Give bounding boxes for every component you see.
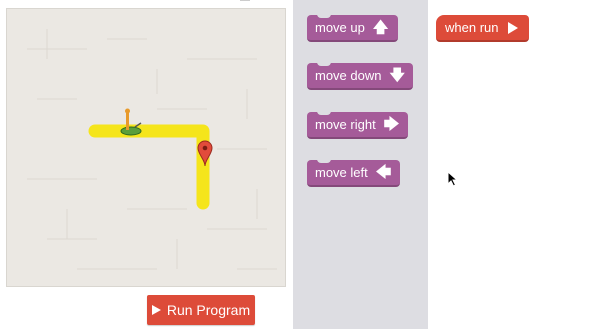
divider bbox=[240, 0, 250, 1]
toolbox: move up 🡅 move down 🡇 move right 🡆 move … bbox=[293, 0, 428, 329]
arrow-down-icon: 🡇 bbox=[389, 67, 405, 84]
run-program-label: Run Program bbox=[166, 302, 251, 318]
when-run-label: when run bbox=[445, 20, 499, 35]
move-down-label: move down bbox=[315, 68, 382, 83]
arrow-left-icon: 🡄 bbox=[375, 164, 392, 181]
move-right-label: move right bbox=[315, 117, 376, 132]
pegman-icon bbox=[120, 108, 142, 136]
maze-canvas bbox=[6, 8, 286, 287]
arrow-right-icon: 🡆 bbox=[383, 116, 400, 133]
maze-background-texture bbox=[27, 29, 277, 270]
run-program-button[interactable]: Run Program bbox=[147, 295, 255, 325]
maze-svg bbox=[27, 29, 277, 270]
play-icon bbox=[151, 305, 161, 315]
workspace[interactable]: when run bbox=[428, 0, 600, 329]
move-down-block[interactable]: move down 🡇 bbox=[307, 62, 413, 90]
move-up-block[interactable]: move up 🡅 bbox=[307, 14, 398, 42]
move-up-label: move up bbox=[315, 20, 365, 35]
move-left-block[interactable]: move left 🡄 bbox=[307, 159, 400, 187]
mouse-cursor-icon bbox=[447, 171, 459, 187]
move-right-block[interactable]: move right 🡆 bbox=[307, 111, 408, 139]
arrow-up-icon: 🡅 bbox=[372, 19, 389, 36]
play-icon bbox=[508, 21, 519, 34]
app-root: Run Program move up 🡅 move down 🡇 move r… bbox=[0, 0, 600, 329]
when-run-block[interactable]: when run bbox=[436, 15, 529, 42]
move-left-label: move left bbox=[315, 165, 368, 180]
maze-path bbox=[88, 124, 210, 210]
